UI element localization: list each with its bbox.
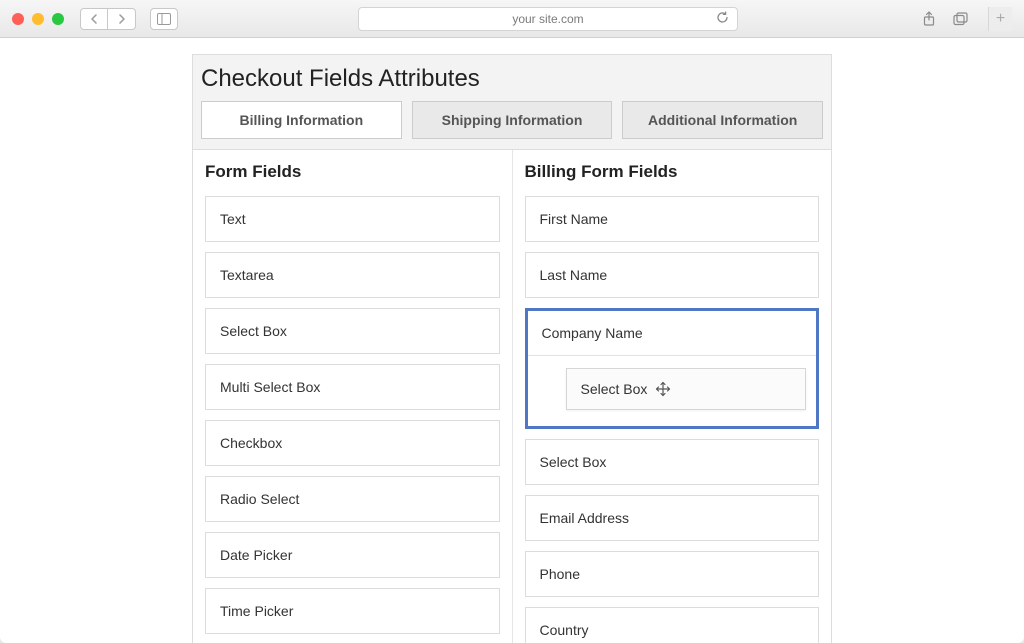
item-label: Phone: [540, 566, 580, 582]
page-title-area: Checkout Fields Attributes: [192, 54, 832, 101]
dragging-label: Select Box: [581, 381, 648, 397]
item-label: Radio Select: [220, 491, 299, 507]
browser-window: your site.com + Checkout Fields Attribut…: [0, 0, 1024, 643]
form-fields-column: Form Fields Text Textarea Select Box Mul…: [193, 150, 512, 643]
item-label: Checkbox: [220, 435, 282, 451]
billing-field-phone[interactable]: Phone: [525, 551, 820, 597]
item-label: Select Box: [220, 323, 287, 339]
content-wrapper: Checkout Fields Attributes Billing Infor…: [192, 54, 832, 643]
nav-buttons: [80, 8, 136, 30]
item-label: Date Picker: [220, 547, 292, 563]
item-label: Text: [220, 211, 246, 227]
tab-billing-information[interactable]: Billing Information: [201, 101, 402, 139]
field-type-text[interactable]: Text: [205, 196, 500, 242]
billing-field-last-name[interactable]: Last Name: [525, 252, 820, 298]
sidebar-toggle-button[interactable]: [150, 8, 178, 30]
address-area: your site.com: [186, 7, 910, 31]
field-type-date-picker[interactable]: Date Picker: [205, 532, 500, 578]
item-label: Select Box: [540, 454, 607, 470]
item-label: Last Name: [540, 267, 608, 283]
tab-label: Billing Information: [240, 112, 364, 128]
field-type-time-picker[interactable]: Time Picker: [205, 588, 500, 634]
page-viewport: Checkout Fields Attributes Billing Infor…: [0, 38, 1024, 643]
drop-inner: Select Box: [528, 356, 817, 426]
billing-field-select-box[interactable]: Select Box: [525, 439, 820, 485]
back-button[interactable]: [80, 8, 108, 30]
billing-field-country[interactable]: Country: [525, 607, 820, 643]
drop-target-label: Company Name: [528, 311, 817, 356]
field-type-checkbox[interactable]: Checkbox: [205, 420, 500, 466]
close-window-button[interactable]: [12, 13, 24, 25]
item-label: First Name: [540, 211, 608, 227]
field-type-multi-select-box[interactable]: Multi Select Box: [205, 364, 500, 410]
billing-field-email-address[interactable]: Email Address: [525, 495, 820, 541]
field-type-select-box[interactable]: Select Box: [205, 308, 500, 354]
item-label: Textarea: [220, 267, 274, 283]
billing-field-first-name[interactable]: First Name: [525, 196, 820, 242]
new-tab-button[interactable]: +: [988, 7, 1012, 31]
browser-titlebar: your site.com +: [0, 0, 1024, 38]
page-title: Checkout Fields Attributes: [201, 63, 823, 101]
toolbar-right: +: [918, 7, 1012, 31]
tabs: Billing Information Shipping Information…: [192, 101, 832, 150]
form-fields-heading: Form Fields: [205, 162, 500, 182]
item-label: Email Address: [540, 510, 629, 526]
field-type-radio-select[interactable]: Radio Select: [205, 476, 500, 522]
address-text: your site.com: [512, 12, 583, 26]
item-label: Multi Select Box: [220, 379, 320, 395]
columns: Form Fields Text Textarea Select Box Mul…: [192, 150, 832, 643]
tabs-icon[interactable]: [950, 8, 972, 30]
billing-form-fields-column: Billing Form Fields First Name Last Name…: [512, 150, 832, 643]
minimize-window-button[interactable]: [32, 13, 44, 25]
item-label: Time Picker: [220, 603, 293, 619]
move-cursor-icon: [655, 381, 671, 397]
drop-target-company-name[interactable]: Company Name Select Box: [525, 308, 820, 429]
reload-icon[interactable]: [716, 11, 729, 27]
address-field[interactable]: your site.com: [358, 7, 738, 31]
window-controls: [12, 13, 64, 25]
tab-additional-information[interactable]: Additional Information: [622, 101, 823, 139]
maximize-window-button[interactable]: [52, 13, 64, 25]
billing-form-fields-heading: Billing Form Fields: [525, 162, 820, 182]
tab-label: Shipping Information: [442, 112, 583, 128]
share-icon[interactable]: [918, 8, 940, 30]
tabs-wrap: Checkout Fields Attributes Billing Infor…: [192, 54, 832, 150]
field-type-textarea[interactable]: Textarea: [205, 252, 500, 298]
tab-label: Additional Information: [648, 112, 797, 128]
tab-shipping-information[interactable]: Shipping Information: [412, 101, 613, 139]
dragging-item[interactable]: Select Box: [566, 368, 807, 410]
item-label: Country: [540, 622, 589, 638]
forward-button[interactable]: [108, 8, 136, 30]
